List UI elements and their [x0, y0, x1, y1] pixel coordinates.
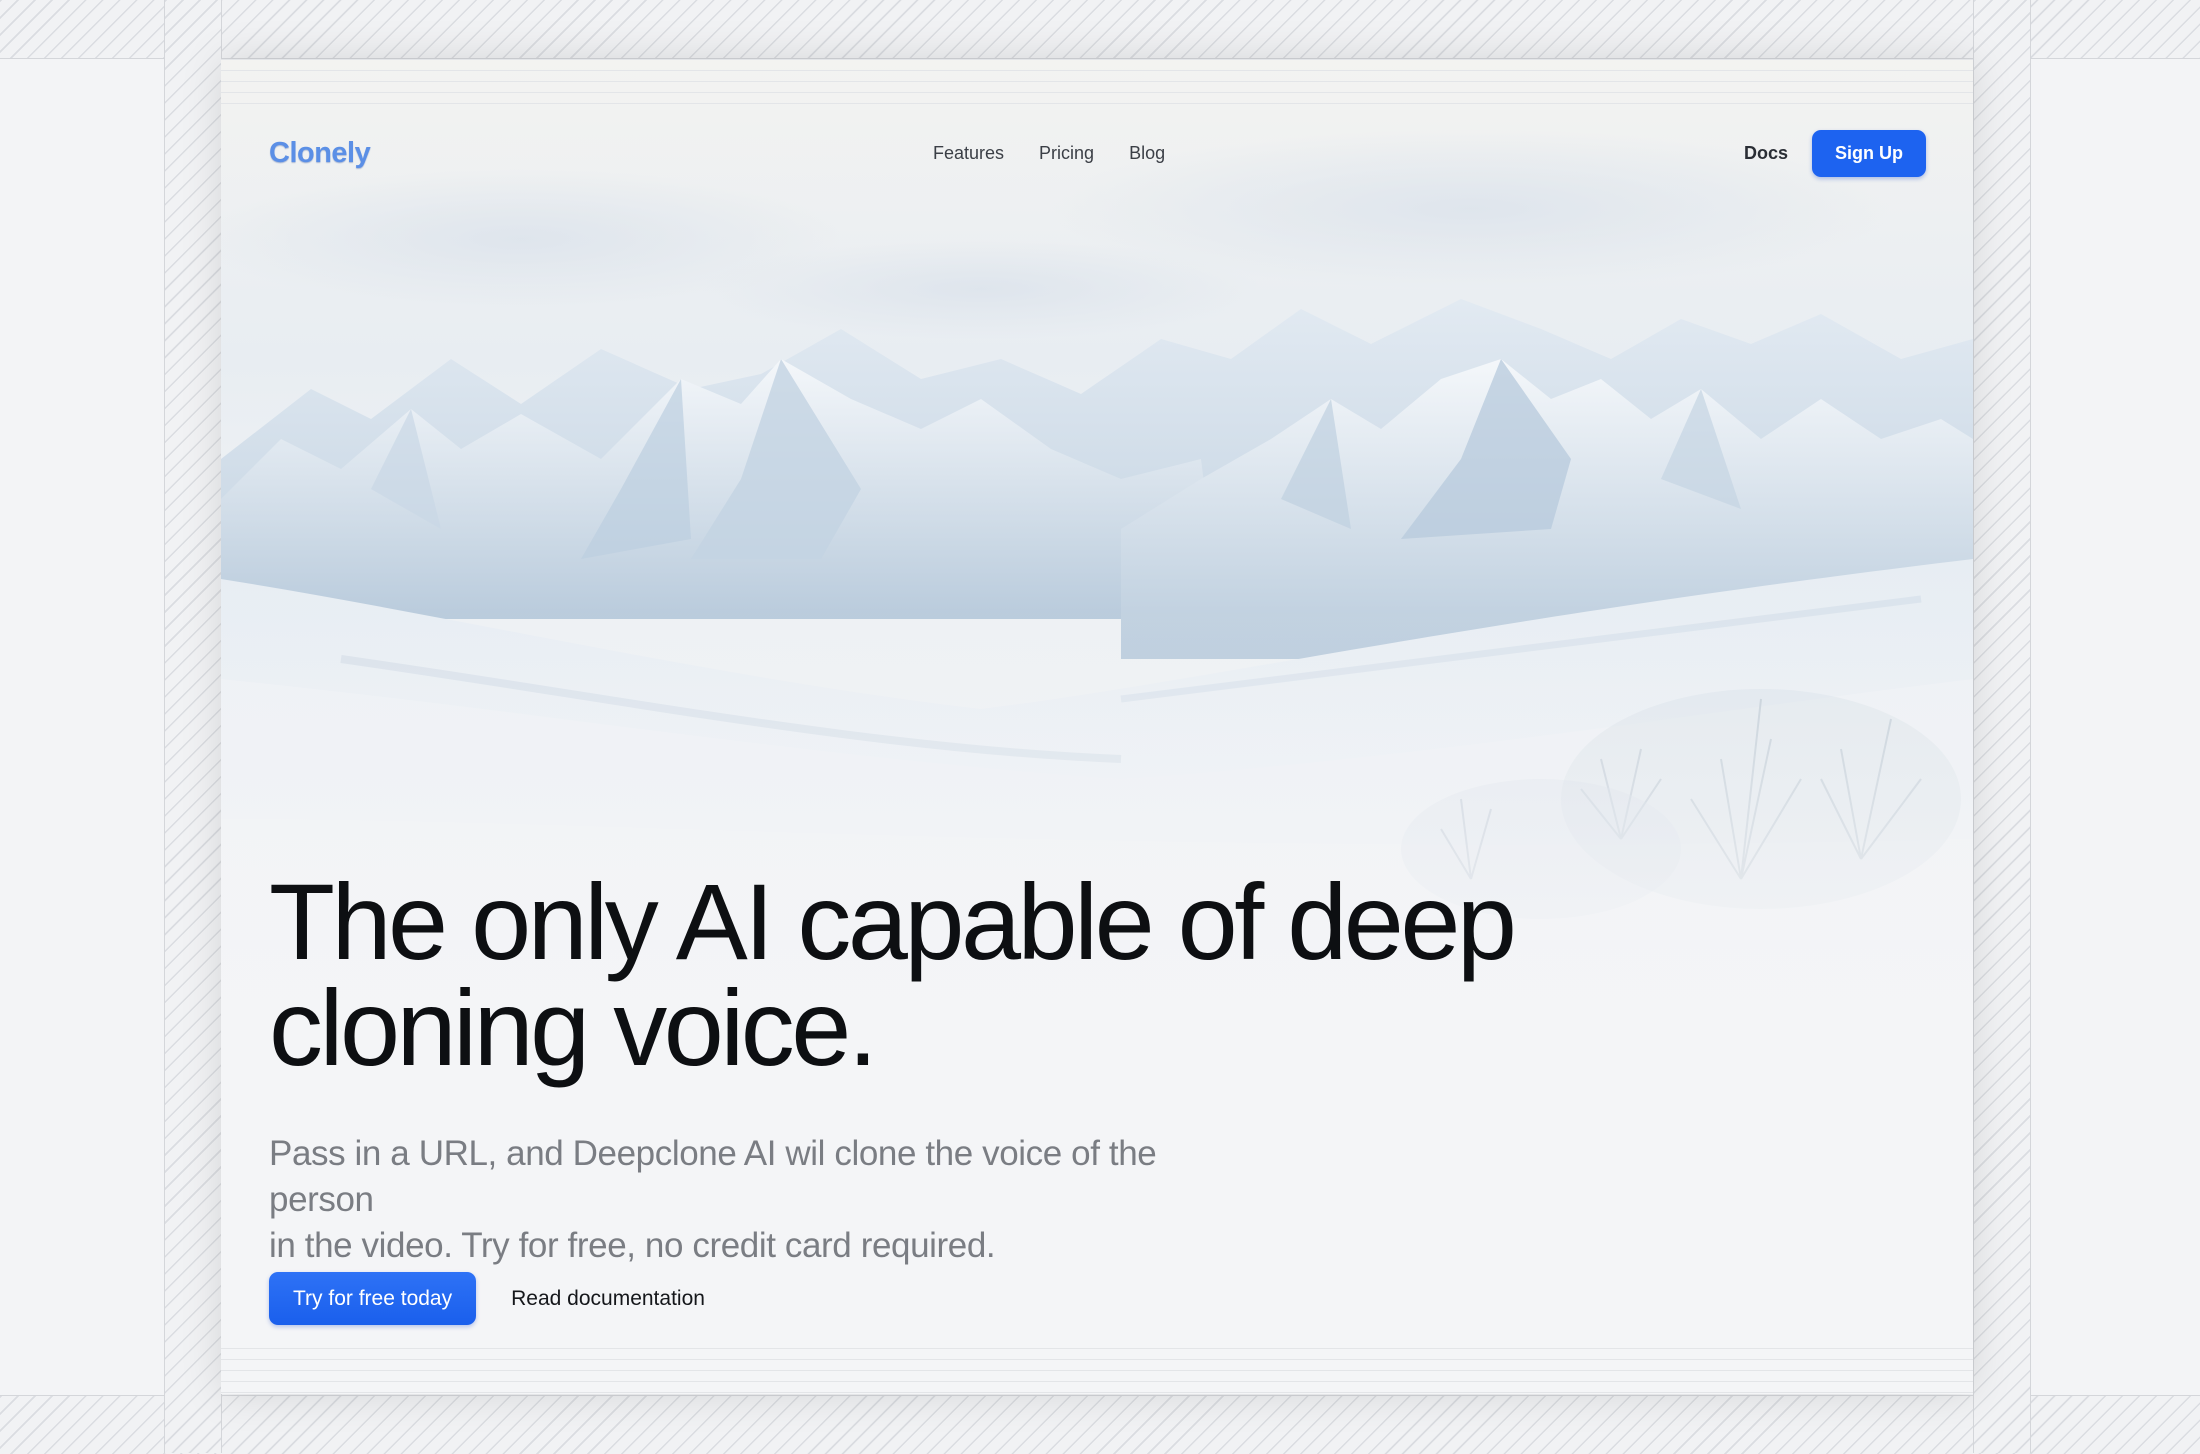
frame-right-hatch	[1973, 0, 2031, 1453]
nav-link-features[interactable]: Features	[933, 143, 1004, 164]
sign-up-button[interactable]: Sign Up	[1812, 129, 1926, 177]
hero-title-line-1: The only AI capable of deep	[269, 861, 1517, 982]
read-documentation-link[interactable]: Read documentation	[511, 1287, 705, 1311]
hero-title-line-2: cloning voice.	[269, 967, 878, 1088]
clonely-logo[interactable]: Clonely	[269, 137, 371, 170]
frame-top-hatch	[0, 0, 2200, 59]
nav-links: Features Pricing Blog	[933, 143, 1165, 164]
hero-cta-row: Try for free today Read documentation	[269, 1272, 705, 1325]
hero-title: The only AI capable of deep cloning voic…	[269, 868, 1669, 1082]
nav-link-blog[interactable]: Blog	[1129, 143, 1165, 164]
hero-subtitle-line-2: in the video. Try for free, no credit ca…	[269, 1226, 996, 1265]
frame-bottom-hatch	[0, 1395, 2200, 1454]
top-stripes	[221, 59, 1973, 105]
bottom-stripes	[221, 1348, 1973, 1394]
frame-left-hatch	[164, 0, 222, 1453]
nav-link-pricing[interactable]: Pricing	[1039, 143, 1094, 164]
docs-link[interactable]: Docs	[1744, 143, 1788, 164]
landing-page: Clonely Features Pricing Blog Docs Sign …	[221, 59, 1973, 1394]
top-nav: Clonely Features Pricing Blog Docs Sign …	[221, 129, 1973, 179]
nav-actions: Docs Sign Up	[1744, 129, 1926, 177]
try-for-free-button[interactable]: Try for free today	[269, 1272, 477, 1325]
hero-subtitle-line-1: Pass in a URL, and Deepclone AI wil clon…	[269, 1134, 1157, 1219]
hero-subtitle: Pass in a URL, and Deepclone AI wil clon…	[269, 1131, 1269, 1269]
